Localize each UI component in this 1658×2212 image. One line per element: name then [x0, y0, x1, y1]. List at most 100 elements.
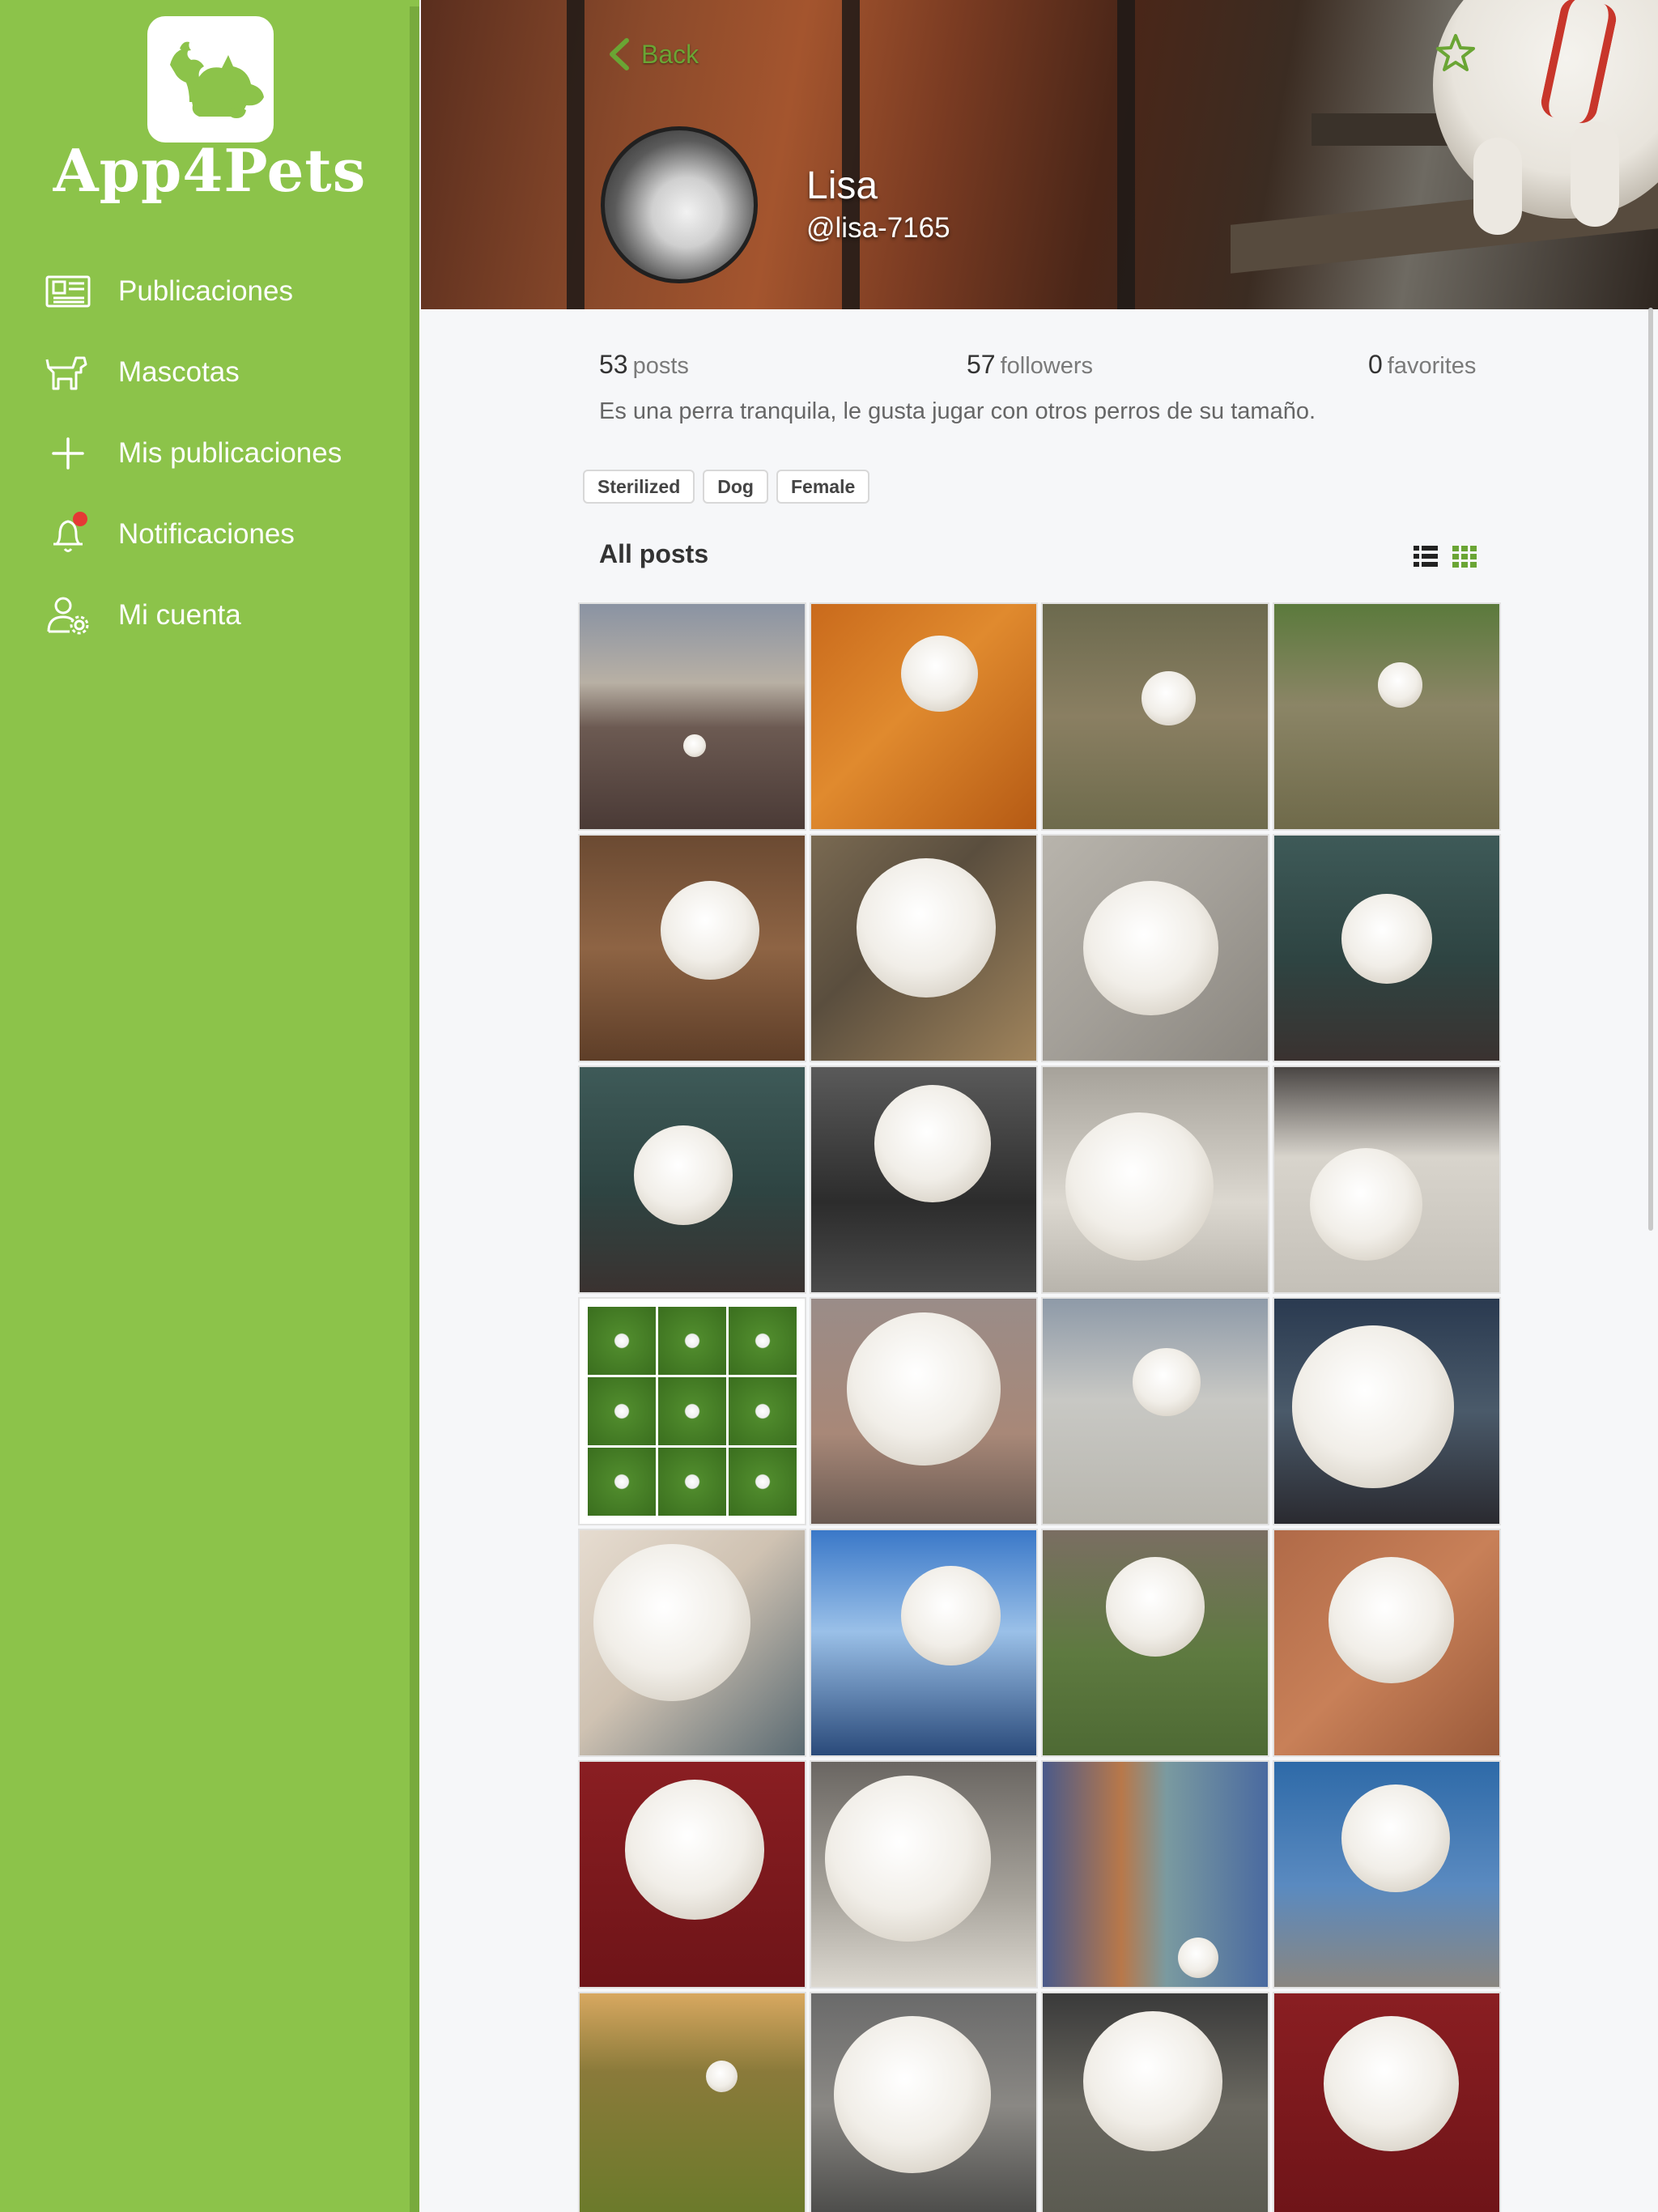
profile-tags: Sterilized Dog Female: [583, 470, 870, 504]
stat-value: 0: [1368, 350, 1383, 379]
stat-favorites[interactable]: 0 favorites: [1368, 350, 1476, 380]
profile-stats: 53 posts 57 followers 0 favorites: [599, 350, 1480, 389]
cover-railing: [1117, 0, 1135, 309]
scrollbar[interactable]: [1648, 308, 1653, 1231]
post-thumbnail[interactable]: [1041, 1066, 1269, 1294]
dog-photo-subject: [1292, 1325, 1455, 1488]
profile-avatar: [601, 126, 758, 283]
dog-photo-subject: [901, 1566, 1001, 1665]
post-thumbnail[interactable]: [1041, 1760, 1269, 1989]
dog-photo-subject: [1341, 1784, 1450, 1893]
post-thumbnail[interactable]: [578, 1066, 806, 1294]
tag-badge: Female: [776, 470, 870, 504]
stat-value: 53: [599, 350, 628, 379]
stat-label: posts: [632, 353, 689, 379]
post-thumbnail[interactable]: [1041, 602, 1269, 831]
post-thumbnail[interactable]: [1273, 1529, 1501, 1757]
plus-icon: [42, 428, 94, 479]
dog-photo-subject: [1341, 894, 1432, 985]
user-settings-icon: [42, 589, 94, 641]
post-thumbnail[interactable]: [1273, 1992, 1501, 2212]
cover-railing: [567, 0, 585, 309]
profile-name: Lisa: [806, 164, 878, 207]
dog-photo-subject: [847, 1312, 1001, 1465]
grid-view-icon[interactable]: [1451, 542, 1478, 570]
sidebar-item-label: Mis publicaciones: [118, 437, 342, 469]
view-toggle: [1412, 542, 1478, 570]
pets-logo-icon: [170, 41, 264, 118]
posts-grid: [578, 602, 1503, 2212]
post-thumbnail[interactable]: [810, 1992, 1038, 2212]
post-thumbnail[interactable]: [1041, 1529, 1269, 1757]
post-thumbnail[interactable]: [1273, 602, 1501, 831]
post-thumbnail[interactable]: [578, 1297, 806, 1525]
app-logo[interactable]: [147, 16, 274, 143]
cover-dog-leg: [1571, 121, 1619, 227]
post-thumbnail[interactable]: [810, 1529, 1038, 1757]
sidebar-item-publicaciones[interactable]: Publicaciones: [0, 251, 410, 332]
post-thumbnail[interactable]: [810, 834, 1038, 1062]
posts-section-title: All posts: [599, 539, 709, 568]
tag-badge: Dog: [703, 470, 768, 504]
dog-photo-subject: [1083, 2011, 1223, 2151]
cover-railing: [842, 0, 860, 309]
post-thumbnail[interactable]: [1041, 834, 1269, 1062]
app-name: App4Pets: [53, 136, 367, 205]
post-thumbnail[interactable]: [578, 602, 806, 831]
post-thumbnail[interactable]: [1041, 1297, 1269, 1525]
dog-photo-subject: [1328, 1557, 1455, 1684]
sidebar-divider: [410, 6, 419, 2212]
dog-photo-subject: [824, 1775, 992, 1942]
sidebar-item-label: Mi cuenta: [118, 599, 241, 631]
post-thumbnail[interactable]: [578, 1992, 806, 2212]
sidebar-item-label: Publicaciones: [118, 275, 293, 307]
dog-photo-subject: [1105, 1557, 1205, 1657]
chevron-left-icon: [610, 38, 629, 70]
dog-photo-subject: [1133, 1348, 1201, 1416]
back-button[interactable]: Back: [606, 36, 699, 73]
post-thumbnail[interactable]: [1041, 1992, 1269, 2212]
dog-photo-subject: [1141, 671, 1197, 726]
dog-photo-subject: [1065, 1112, 1214, 1261]
post-thumbnail[interactable]: [578, 834, 806, 1062]
post-thumbnail[interactable]: [810, 602, 1038, 831]
sidebar-item-mis-publicaciones[interactable]: Mis publicaciones: [0, 413, 410, 494]
post-thumbnail[interactable]: [1273, 1297, 1501, 1525]
sidebar-nav: Publicaciones Mascotas Mis publicaciones: [0, 251, 410, 656]
list-view-icon[interactable]: [1412, 542, 1439, 570]
dog-photo-subject: [833, 2015, 992, 2174]
star-icon[interactable]: [1435, 32, 1477, 74]
dog-icon: [42, 347, 94, 398]
cover-dog-leg: [1473, 138, 1522, 235]
dog-photo-subject: [1310, 1148, 1423, 1261]
sidebar-item-label: Notificaciones: [118, 518, 295, 550]
dog-photo-subject: [633, 1125, 733, 1225]
stat-label: followers: [1000, 353, 1094, 379]
post-thumbnail[interactable]: [1273, 1760, 1501, 1989]
bell-icon: [42, 508, 94, 560]
dog-photo-subject: [593, 1543, 751, 1702]
dog-photo-subject: [901, 635, 978, 713]
post-thumbnail[interactable]: [578, 1760, 806, 1989]
post-thumbnail[interactable]: [810, 1066, 1038, 1294]
stat-followers[interactable]: 57 followers: [967, 350, 1093, 380]
post-thumbnail[interactable]: [578, 1529, 806, 1757]
sidebar-item-notificaciones[interactable]: Notificaciones: [0, 494, 410, 575]
dog-photo-subject: [874, 1085, 992, 1202]
sidebar: App4Pets Publicaciones Mascotas Mis publ…: [0, 0, 419, 2212]
sidebar-item-mi-cuenta[interactable]: Mi cuenta: [0, 575, 410, 656]
notification-dot: [73, 512, 87, 526]
stat-value: 57: [967, 350, 996, 379]
sidebar-item-mascotas[interactable]: Mascotas: [0, 332, 410, 413]
dog-photo-subject: [856, 857, 996, 998]
stat-posts[interactable]: 53 posts: [599, 350, 689, 380]
post-thumbnail[interactable]: [1273, 1066, 1501, 1294]
stat-label: favorites: [1387, 353, 1477, 379]
dog-photo-subject: [705, 2061, 738, 2093]
post-thumbnail[interactable]: [1273, 834, 1501, 1062]
sidebar-item-label: Mascotas: [118, 356, 240, 388]
post-thumbnail[interactable]: [810, 1297, 1038, 1525]
post-thumbnail[interactable]: [810, 1760, 1038, 1989]
dog-photo-subject: [1177, 1937, 1218, 1978]
newspaper-icon: [42, 266, 94, 317]
